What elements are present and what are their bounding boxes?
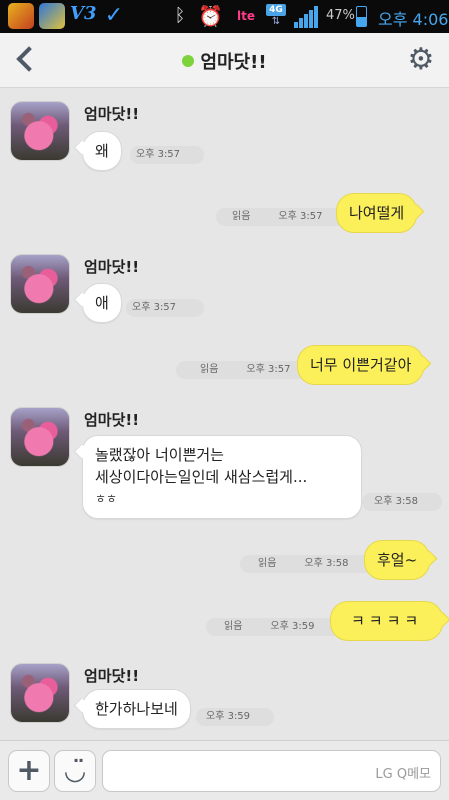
message-line: 놀랬잖아 너이쁜거는 [95,446,224,464]
message-meta: 읽음 오후 3:58 [240,555,376,573]
message-time: 오후 3:59 [270,621,315,632]
message-bubble-incoming[interactable]: 한가하나보네 [82,689,191,729]
avatar[interactable] [10,663,70,723]
message-bubble-incoming[interactable]: 놀랬잖아 너이쁜거는 세상이다아는일인데 새삼스럽게... ㅎㅎ [82,435,362,519]
chat-title: 엄마닷!! [0,48,449,74]
game-app-icon [39,3,65,29]
lte-label: lte [237,9,255,23]
message-meta: 읽음 오후 3:57 [216,208,346,226]
message-time: 오후 3:57 [278,211,323,222]
bluetooth-icon: ᛒ [174,5,186,26]
network-type-badge: 4G [266,4,286,16]
message-time: 오후 3:57 [126,299,204,317]
v3-app-icon: V3 [70,3,97,24]
message-bubble-incoming[interactable]: 애 [82,283,122,323]
read-receipt: 읽음 [232,211,251,222]
alarm-clock-icon: ⏰ [198,4,223,28]
message-bubble-outgoing[interactable]: 나여떨게 [336,193,418,233]
message-time: 오후 3:57 [130,146,204,164]
sender-name: 엄마닷!! [84,411,140,429]
sender-name: 엄마닷!! [84,105,140,123]
battery-percent: 47% [326,8,355,23]
checkmark-icon: ✓ [104,3,124,28]
data-activity-icon: ⇅ [271,16,281,27]
message-bubble-outgoing[interactable]: ㅋㅋㅋㅋ [330,601,444,641]
gear-icon[interactable]: ⚙ [405,43,437,77]
message-bubble-outgoing[interactable]: 너무 이쁜거같아 [297,345,425,385]
signal-strength-icon [294,6,320,28]
plus-icon[interactable]: + [8,750,50,792]
message-line: ㅎㅎ [95,492,118,506]
battery-icon [356,6,367,27]
read-receipt: 읽음 [258,558,277,569]
message-time: 오후 3:58 [362,493,442,511]
chat-header: 엄마닷!! ⚙ [0,33,449,88]
sender-name: 엄마닷!! [84,258,140,276]
clock: 오후 4:06 [378,10,449,29]
message-meta: 읽음 오후 3:57 [176,361,308,379]
input-bar: + ◡̈ LG Q메모 [0,740,449,800]
game-app-icon [8,3,34,29]
message-bubble-outgoing[interactable]: 후얼~ [364,540,431,580]
message-bubble-incoming[interactable]: 왜 [82,131,122,171]
message-time: 오후 3:59 [196,708,274,726]
avatar[interactable] [10,254,70,314]
message-time: 오후 3:57 [246,364,291,375]
qmemo-hint: LG Q메모 [375,767,431,782]
message-line: 세상이다아는일인데 새삼스럽게... [95,468,308,486]
chat-title-text: 엄마닷!! [200,52,267,73]
message-meta: 읽음 오후 3:59 [206,618,342,636]
avatar[interactable] [10,407,70,467]
smiley-icon[interactable]: ◡̈ [54,750,96,792]
message-time: 오후 3:58 [304,558,349,569]
sender-name: 엄마닷!! [84,667,140,685]
read-receipt: 읽음 [224,621,243,632]
online-status-dot [182,55,195,67]
status-bar: V3 ✓ ᛒ ⏰ lte 4G ⇅ 47% 오후 4:06 [0,0,449,33]
avatar[interactable] [10,101,70,161]
message-list[interactable]: 엄마닷!! 왜 오후 3:57 읽음 오후 3:57 나여떨게 엄마닷!! 애 오… [0,89,449,740]
read-receipt: 읽음 [200,364,219,375]
